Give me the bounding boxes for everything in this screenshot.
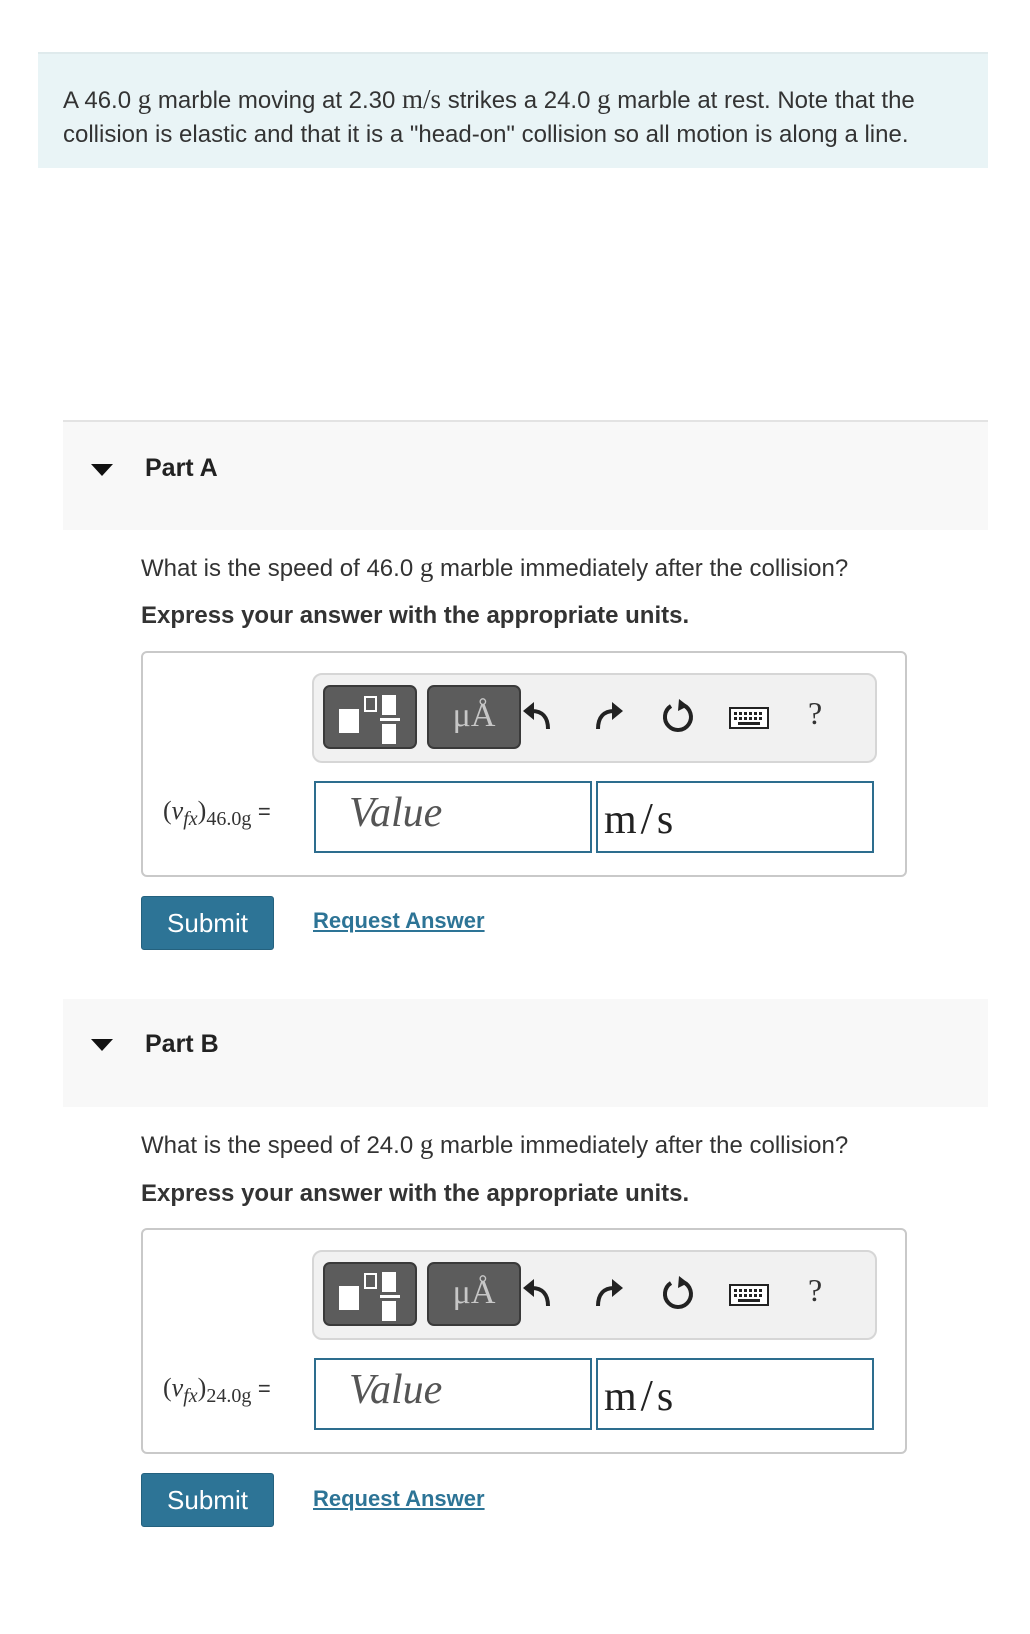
request-answer-link[interactable]: Request Answer <box>313 908 485 934</box>
units-button[interactable]: μÅ <box>427 1262 521 1326</box>
help-icon[interactable]: ? <box>808 1272 822 1309</box>
undo-icon[interactable] <box>520 699 554 733</box>
submit-button[interactable]: Submit <box>141 896 274 950</box>
part-a-instruction: Express your answer with the appropriate… <box>141 602 690 629</box>
part-b-question: What is the speed of 24.0 g marble immed… <box>141 1129 849 1159</box>
redo-icon[interactable] <box>592 1276 626 1310</box>
variable-label: (vfx)24.0g = <box>163 1373 271 1407</box>
units-button[interactable]: μÅ <box>427 685 521 749</box>
collapse-caret-icon[interactable] <box>91 1039 113 1051</box>
problem-statement: A 46.0 g marble moving at 2.30 m/s strik… <box>38 52 988 168</box>
reset-icon[interactable] <box>660 1276 696 1312</box>
collapse-caret-icon[interactable] <box>91 464 113 476</box>
math-toolbar: μÅ ? <box>312 673 877 763</box>
help-icon[interactable]: ? <box>808 695 822 732</box>
part-b-title: Part B <box>145 1030 219 1058</box>
redo-icon[interactable] <box>592 699 626 733</box>
templates-icon <box>339 695 400 744</box>
part-b-header[interactable]: Part B <box>63 999 988 1107</box>
units-input[interactable]: m/s <box>596 781 874 853</box>
units-input[interactable]: m/s <box>596 1358 874 1430</box>
part-a-question: What is the speed of 46.0 g marble immed… <box>141 552 849 582</box>
reset-icon[interactable] <box>660 699 696 735</box>
submit-button[interactable]: Submit <box>141 1473 274 1527</box>
part-a-header[interactable]: Part A <box>63 420 988 530</box>
value-input[interactable]: Value <box>314 1358 592 1430</box>
undo-icon[interactable] <box>520 1276 554 1310</box>
part-a-title: Part A <box>145 454 218 482</box>
keyboard-icon[interactable] <box>729 707 769 729</box>
value-input[interactable]: Value <box>314 781 592 853</box>
part-a-answer-box: μÅ ? (vfx)46.0g = Value m/s <box>141 651 907 877</box>
templates-button[interactable] <box>323 685 417 749</box>
keyboard-icon[interactable] <box>729 1284 769 1306</box>
problem-text: A 46.0 g marble moving at 2.30 m/s strik… <box>63 84 915 148</box>
templates-button[interactable] <box>323 1262 417 1326</box>
part-b-answer-box: μÅ ? (vfx)24.0g = Value m/s <box>141 1228 907 1454</box>
request-answer-link[interactable]: Request Answer <box>313 1486 485 1512</box>
templates-icon <box>339 1272 400 1321</box>
part-b-instruction: Express your answer with the appropriate… <box>141 1180 690 1207</box>
math-toolbar: μÅ ? <box>312 1250 877 1340</box>
variable-label: (vfx)46.0g = <box>163 796 271 830</box>
